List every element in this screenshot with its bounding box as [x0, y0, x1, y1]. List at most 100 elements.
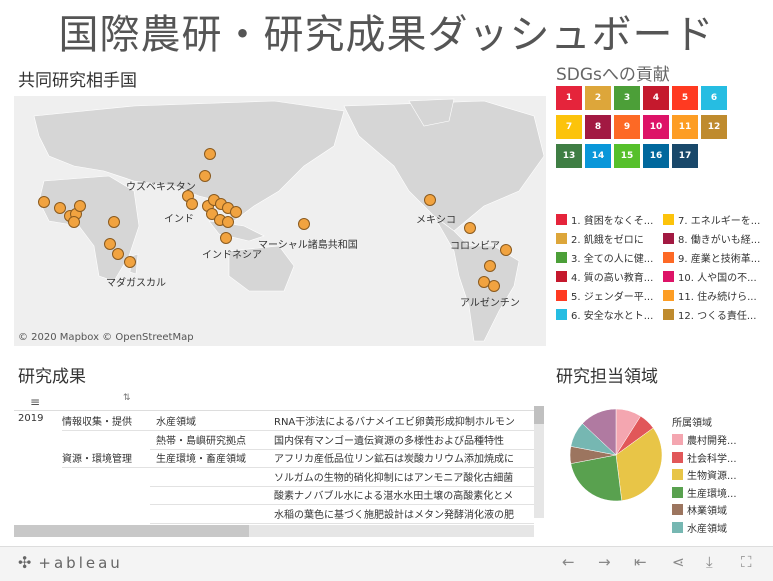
sdg-legend-item[interactable]: 11. 住み続けら...: [663, 288, 757, 303]
tableau-cross-icon: ✣: [18, 553, 35, 572]
map-point[interactable]: [199, 170, 211, 182]
sdg-goal-16-icon[interactable]: 16: [643, 144, 669, 168]
sdg-legend-item[interactable]: 10. 人や国の不...: [663, 269, 757, 284]
sdg-goal-14-icon[interactable]: 14: [585, 144, 611, 168]
sdg-goal-5-icon[interactable]: 5: [672, 86, 698, 110]
table-cell-title[interactable]: 水稲の葉色に基づく施肥設計はメタン発酵消化液の肥: [274, 506, 532, 521]
redo-icon[interactable]: →: [598, 553, 611, 571]
map-point[interactable]: [108, 216, 120, 228]
pie-legend-swatch: [672, 451, 683, 463]
map-point[interactable]: [186, 198, 198, 210]
table-horizontal-scroll-thumb[interactable]: [14, 525, 249, 537]
pie-legend-item[interactable]: 林業領域: [672, 502, 727, 517]
sdg-goal-7-icon[interactable]: 7: [556, 115, 582, 139]
partner-country-map[interactable]: ウズベキスタン インド インドネシア マダガスカル マーシャル諸島共和国 メキシ…: [14, 96, 546, 346]
sort-icon[interactable]: ≡: [30, 395, 40, 409]
map-point[interactable]: [124, 256, 136, 268]
sort-toggle-icon[interactable]: ⇅: [123, 393, 131, 403]
map-point[interactable]: [74, 200, 86, 212]
table-cell-title[interactable]: アフリカ産低品位リン鉱石は炭酸カリウム添加焼成に: [274, 450, 532, 465]
results-section-title: 研究成果: [18, 367, 86, 387]
sdg-legend-swatch: [663, 290, 674, 301]
pie-legend-label: 林業領域: [687, 506, 727, 517]
map-label-india: インド: [164, 214, 194, 225]
pie-legend-label: 生物資源...: [687, 471, 737, 482]
sdg-legend-swatch: [556, 271, 567, 282]
map-point[interactable]: [204, 148, 216, 160]
sdg-legend-item[interactable]: 4. 質の高い教育...: [556, 269, 653, 284]
sdg-goal-6-icon[interactable]: 6: [701, 86, 727, 110]
map-label-madagascar: マダガスカル: [106, 278, 166, 289]
sdg-legend-label: 5. ジェンダー平...: [571, 292, 654, 303]
share-icon[interactable]: ⋖: [672, 553, 685, 571]
map-section-title: 共同研究相手国: [18, 71, 137, 91]
sdg-legend-label: 1. 貧困をなくそ...: [571, 216, 654, 227]
pie-legend-item[interactable]: 生産環境...: [672, 485, 737, 500]
tableau-logo[interactable]: ✣ +ableau: [18, 553, 123, 572]
pie-legend-item[interactable]: 生物資源...: [672, 467, 737, 482]
domain-section-title: 研究担当領域: [556, 367, 658, 387]
table-cell-title[interactable]: 酸素ナノバブル水による湛水水田土壌の高酸素化とメ: [274, 487, 532, 502]
sdg-legend-label: 6. 安全な水とト...: [571, 311, 654, 322]
sdg-goal-11-icon[interactable]: 11: [672, 115, 698, 139]
sdg-goal-4-icon[interactable]: 4: [643, 86, 669, 110]
table-cell-domain: 水産領域: [156, 417, 196, 428]
sdg-legend-item[interactable]: 6. 安全な水とト...: [556, 307, 653, 322]
map-point[interactable]: [68, 216, 80, 228]
map-point[interactable]: [464, 222, 476, 234]
sdg-legend-item[interactable]: 7. エネルギーを...: [663, 212, 760, 227]
table-cell-title[interactable]: 国内保有マンゴー遺伝資源の多様性および品種特性: [274, 432, 532, 447]
sdg-goal-17-icon[interactable]: 17: [672, 144, 698, 168]
map-point[interactable]: [220, 232, 232, 244]
map-point[interactable]: [112, 248, 124, 260]
sdg-goal-12-icon[interactable]: 12: [701, 115, 727, 139]
sdg-legend-item[interactable]: 1. 貧困をなくそ...: [556, 212, 653, 227]
pie-legend-item[interactable]: 農村開発...: [672, 432, 737, 447]
sdg-legend-label: 12. つくる責任...: [678, 311, 757, 322]
sdg-goal-10-icon[interactable]: 10: [643, 115, 669, 139]
domain-pie-chart[interactable]: [566, 405, 666, 525]
map-point[interactable]: [424, 194, 436, 206]
sdg-legend-swatch: [556, 214, 567, 225]
map-point[interactable]: [484, 260, 496, 272]
sdg-goal-2-icon[interactable]: 2: [585, 86, 611, 110]
download-icon[interactable]: ⤓: [706, 553, 713, 571]
pie-legend-item[interactable]: 水産領域: [672, 520, 727, 535]
map-point[interactable]: [488, 280, 500, 292]
map-label-marshall-islands: マーシャル諸島共和国: [258, 240, 358, 251]
sdg-legend-item[interactable]: 9. 産業と技術革...: [663, 250, 760, 265]
sdg-legend-label: 2. 飢餓をゼロに: [571, 235, 644, 246]
sdg-legend-item[interactable]: 2. 飢餓をゼロに: [556, 231, 644, 246]
map-point[interactable]: [230, 206, 242, 218]
sdg-goal-3-icon[interactable]: 3: [614, 86, 640, 110]
sdg-legend-item[interactable]: 5. ジェンダー平...: [556, 288, 653, 303]
sdg-legend-label: 4. 質の高い教育...: [571, 273, 654, 284]
sdg-legend-item[interactable]: 12. つくる責任...: [663, 307, 756, 322]
fullscreen-icon[interactable]: ⛶: [741, 553, 752, 571]
table-vertical-scroll-thumb[interactable]: [534, 406, 544, 424]
map-point[interactable]: [38, 196, 50, 208]
sdg-goal-8-icon[interactable]: 8: [585, 115, 611, 139]
sdg-legend-item[interactable]: 8. 働きがいも経...: [663, 231, 760, 246]
table-cell-domain: 熱帯・島嶼研究拠点: [156, 435, 246, 447]
sdg-goal-1-icon[interactable]: 1: [556, 86, 582, 110]
undo-icon[interactable]: ←: [562, 553, 575, 571]
map-point[interactable]: [222, 216, 234, 228]
sdg-legend-swatch: [556, 252, 567, 263]
map-point[interactable]: [500, 244, 512, 256]
table-cell-year: 2019: [18, 413, 44, 424]
sdg-goal-9-icon[interactable]: 9: [614, 115, 640, 139]
sdg-goal-15-icon[interactable]: 15: [614, 144, 640, 168]
table-cell-title[interactable]: RNA干渉法によるバナメイエビ卵黄形成抑制ホルモン: [274, 413, 532, 428]
sdg-legend-label: 9. 産業と技術革...: [678, 254, 761, 265]
sdg-legend-item[interactable]: 3. 全ての人に健...: [556, 250, 653, 265]
map-point[interactable]: [298, 218, 310, 230]
sdg-goal-13-icon[interactable]: 13: [556, 144, 582, 168]
map-attribution[interactable]: © 2020 Mapbox © OpenStreetMap: [18, 332, 194, 343]
pie-legend-label: 農村開発...: [687, 436, 737, 447]
sdg-legend-swatch: [663, 271, 674, 282]
pie-legend-item[interactable]: 社会科学...: [672, 450, 737, 465]
pie-legend-swatch: [672, 434, 683, 445]
table-cell-title[interactable]: ソルガムの生物的硝化抑制にはアンモニア酸化古細菌: [274, 469, 532, 484]
revert-icon[interactable]: ⇤: [634, 553, 647, 571]
